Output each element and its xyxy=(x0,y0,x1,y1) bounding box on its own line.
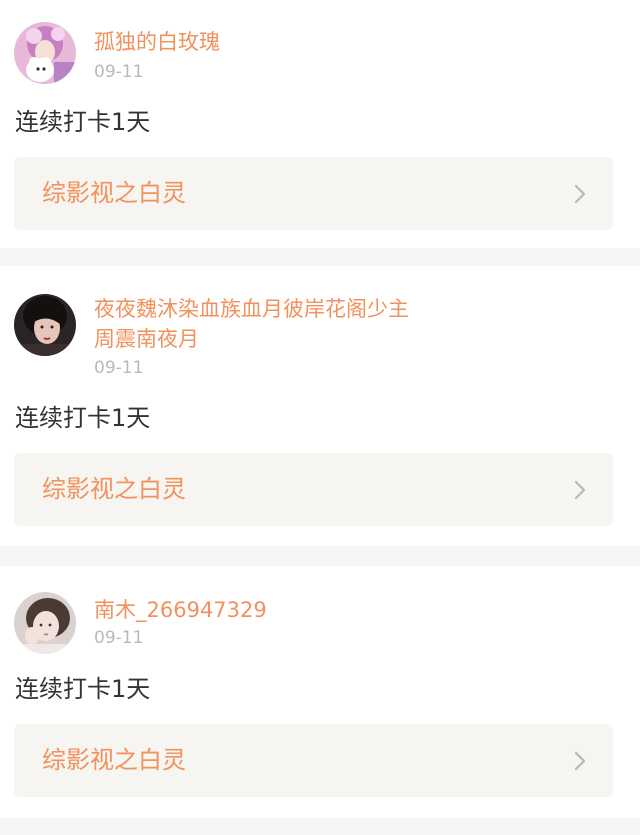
chevron-right-icon xyxy=(574,480,586,500)
topic-label: 综影视之白灵 xyxy=(42,475,186,503)
post-card: 孤独的白玫瑰 09-11 连续打卡1天 综影视之白灵 xyxy=(0,0,640,248)
username-link[interactable]: 夜夜魏沐染血族血月彼岸花阁少主周震南夜月 xyxy=(94,294,424,354)
girl-portrait-avatar-icon xyxy=(14,592,76,654)
post-date: 09-11 xyxy=(94,628,144,648)
username-link[interactable]: 孤独的白玫瑰 xyxy=(94,27,424,57)
user-avatar[interactable] xyxy=(14,592,76,654)
user-avatar[interactable] xyxy=(14,294,76,356)
topic-link[interactable]: 综影视之白灵 xyxy=(14,453,613,526)
post-text: 连续打卡1天 xyxy=(15,404,151,432)
post-text: 连续打卡1天 xyxy=(15,108,151,136)
post-card: 南木_266947329 09-11 连续打卡1天 综影视之白灵 xyxy=(0,566,640,818)
topic-label: 综影视之白灵 xyxy=(42,746,186,774)
topic-link[interactable]: 综影视之白灵 xyxy=(14,157,613,230)
chevron-right-icon xyxy=(574,751,586,771)
topic-label: 综影视之白灵 xyxy=(42,179,186,207)
girl-with-bear-avatar-icon xyxy=(14,22,76,84)
username-link[interactable]: 南木_266947329 xyxy=(94,595,424,625)
user-avatar[interactable] xyxy=(14,22,76,84)
post-date: 09-11 xyxy=(94,358,144,378)
dark-hair-portrait-avatar-icon xyxy=(14,294,76,356)
post-card: 夜夜魏沐染血族血月彼岸花阁少主周震南夜月 09-11 连续打卡1天 综影视之白灵 xyxy=(0,266,640,546)
post-date: 09-11 xyxy=(94,62,144,82)
chevron-right-icon xyxy=(574,184,586,204)
post-text: 连续打卡1天 xyxy=(15,675,151,703)
topic-link[interactable]: 综影视之白灵 xyxy=(14,724,613,797)
checkin-feed: 孤独的白玫瑰 09-11 连续打卡1天 综影视之白灵 夜夜魏沐染血族血月彼岸花阁… xyxy=(0,0,640,818)
